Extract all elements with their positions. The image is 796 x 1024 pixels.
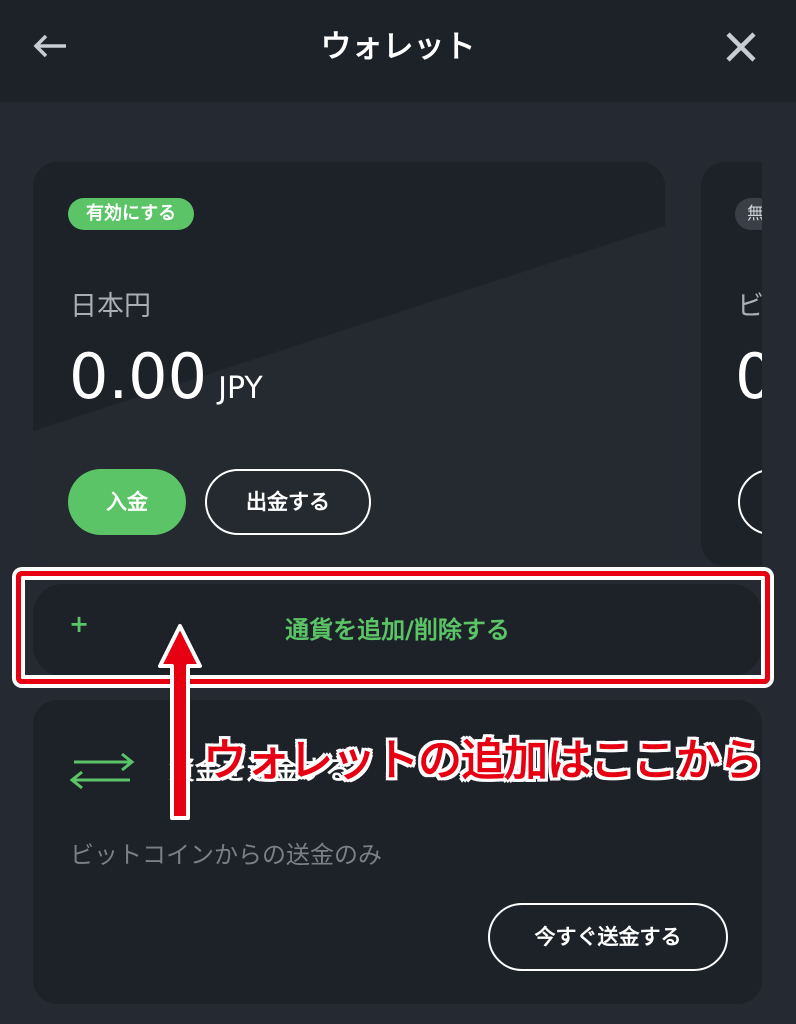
next-wallet-card[interactable]: 無 ビ 0 <box>701 162 762 566</box>
deposit-button[interactable]: 入金 <box>68 469 186 535</box>
app-header: ウォレット <box>0 0 796 102</box>
balance: 0.00 JPY <box>69 340 263 413</box>
close-icon[interactable] <box>722 28 760 66</box>
balance-unit: JPY <box>218 371 263 406</box>
next-card-button[interactable] <box>738 469 762 535</box>
enable-badge[interactable]: 有効にする <box>68 198 195 230</box>
send-funds-description: ビットコインからの送金のみ <box>70 841 382 869</box>
next-card-currency-name: ビ <box>737 291 762 322</box>
annotation-caption: ウォレットの追加はここから <box>203 735 763 786</box>
page-title: ウォレット <box>320 29 476 65</box>
add-remove-currency-button[interactable]: + 通貨を追加/削除する <box>33 584 762 676</box>
next-card-balance: 0 <box>735 340 762 413</box>
transfer-arrows-icon <box>69 752 135 790</box>
add-remove-currency-label: 通貨を追加/削除する <box>285 616 510 644</box>
withdraw-button[interactable]: 出金する <box>205 469 371 535</box>
currency-name: 日本円 <box>70 291 151 322</box>
next-card-badge: 無 <box>735 198 762 230</box>
send-now-button[interactable]: 今すぐ送金する <box>488 903 728 971</box>
balance-amount: 0.00 <box>69 340 208 413</box>
jpy-wallet-card: 有効にする 日本円 0.00 JPY 入金 出金する <box>33 162 665 566</box>
